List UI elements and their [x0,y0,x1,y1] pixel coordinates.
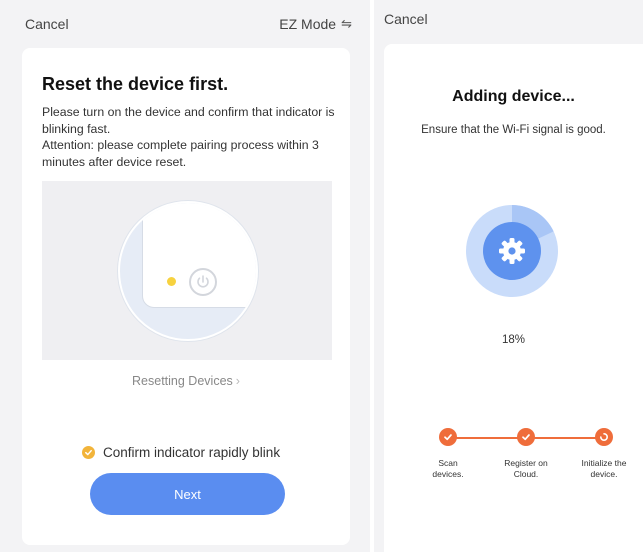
instruction-line: Please turn on the device and confirm th… [42,105,335,136]
next-button[interactable]: Next [90,473,285,515]
instructions-text: Please turn on the device and confirm th… [42,104,342,170]
chevron-right-icon: › [235,374,240,388]
progress-percent: 18% [501,334,526,346]
confirm-blink-label: Confirm indicator rapidly blink [103,445,281,460]
attention-line: Attention: please complete pairing proce… [42,138,319,169]
step-label-register: Register on Cloud. [504,458,548,479]
pairing-steps: Scan devices. Register on Cloud. Initial… [384,428,643,488]
checkmark-icon [82,446,95,459]
resetting-devices-label: Resetting Devices [132,374,233,388]
swap-arrows-icon: ⇋ [341,16,352,31]
adding-device-card: Adding device... Ensure that the Wi-Fi s… [384,44,643,552]
adding-device-screen: Cancel Adding device... Ensure that the … [374,0,643,552]
page-title: Reset the device first. [42,74,229,94]
step-register-done-icon [517,428,535,446]
confirm-blink-checkbox[interactable]: Confirm indicator rapidly blink [82,445,280,460]
ez-mode-label: EZ Mode [279,16,337,32]
step-connector [448,437,528,439]
cancel-button[interactable]: Cancel [384,11,428,27]
page-title: Adding device... [452,88,575,105]
progress-ring [466,205,558,297]
gear-icon [499,238,525,264]
cancel-button[interactable]: Cancel [25,16,69,32]
reset-device-screen: Cancel EZ Mode ⇋ Reset the device first.… [0,0,370,552]
device-zoom-circle [118,201,258,341]
resetting-devices-link[interactable]: Resetting Devices › [22,374,350,388]
ez-mode-toggle[interactable]: EZ Mode ⇋ [279,16,352,32]
wifi-hint: Ensure that the Wi-Fi signal is good. [421,124,606,136]
step-connector [526,437,605,439]
device-body [142,203,256,308]
step-label-initialize: Initialize the device. [581,458,627,479]
step-label-scan: Scan devices. [432,458,464,479]
power-icon [189,268,217,296]
device-illustration [42,181,332,360]
indicator-led-icon [167,277,176,286]
step-initialize-loading-icon [595,428,613,446]
reset-instructions-card: Reset the device first. Please turn on t… [22,48,350,545]
step-scan-done-icon [439,428,457,446]
